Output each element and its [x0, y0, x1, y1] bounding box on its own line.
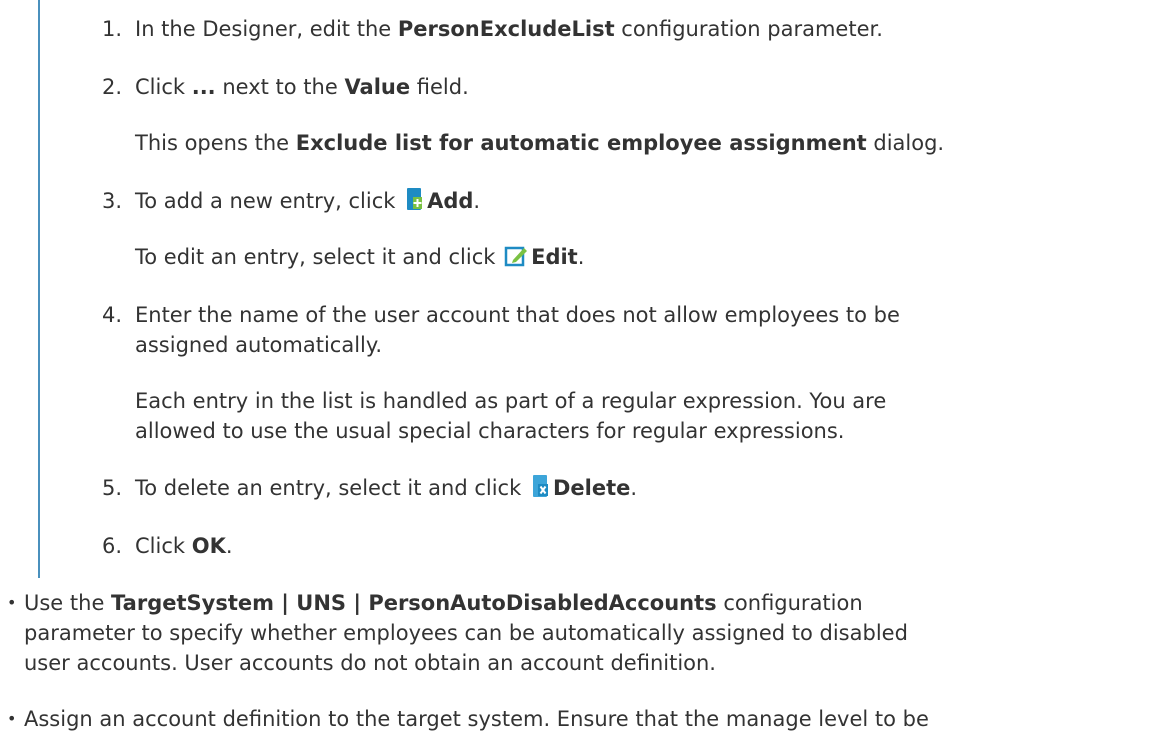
edit-pencil-icon: [504, 245, 528, 275]
delete-label: Delete: [552, 476, 631, 500]
step-number: 1.: [101, 17, 122, 41]
param-path: TargetSystem | UNS | PersonAutoDisabledA…: [111, 591, 717, 615]
step-text: Click ... next to the Value field.: [135, 75, 469, 99]
param-name: PersonExcludeList: [397, 17, 615, 41]
step-number: 5.: [101, 476, 122, 500]
add-document-icon: [404, 187, 424, 219]
bullet-dot: •: [7, 593, 17, 612]
step-text: Enter the name of the user account that …: [135, 303, 900, 327]
delete-document-icon: [530, 474, 550, 506]
bullet-dot: •: [7, 709, 17, 728]
step-number: 3.: [101, 189, 122, 213]
step-number: 6.: [101, 534, 122, 558]
add-label: Add: [427, 189, 474, 213]
step-text-cont: assigned automatically.: [135, 333, 382, 357]
step-text: To add a new entry, click Add.: [135, 186, 480, 219]
step-text: Click OK.: [135, 534, 233, 558]
dialog-name: Exclude list for automatic employee assi…: [295, 131, 867, 155]
step-number: 2.: [101, 75, 122, 99]
quote-bar: [38, 0, 40, 578]
ok-label: OK: [191, 534, 226, 558]
step-number: 4.: [101, 303, 122, 327]
ellipsis-button-label: ...: [191, 75, 216, 99]
step-text: In the Designer, edit the PersonExcludeL…: [135, 17, 883, 41]
edit-label: Edit: [531, 245, 578, 269]
value-field-label: Value: [344, 75, 411, 99]
step-text: To delete an entry, select it and click …: [135, 473, 637, 506]
